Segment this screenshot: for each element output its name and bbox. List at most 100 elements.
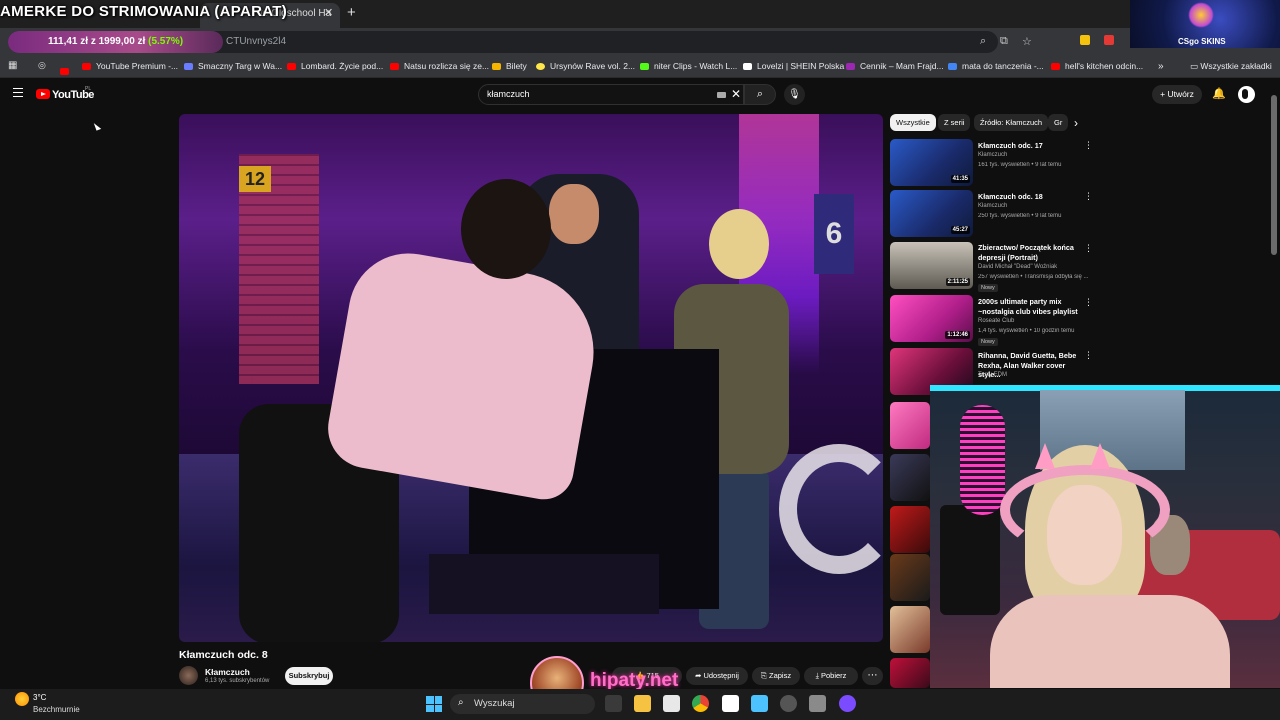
rec-thumbnail[interactable] (890, 454, 930, 501)
subscribe-button[interactable]: Subskrybuj (285, 667, 333, 685)
rec-channel[interactable]: David Michał "Dead" Woźniak (978, 264, 1057, 270)
search-input[interactable]: kłamczuch (478, 84, 744, 105)
search-icon: ⌕ (458, 697, 464, 708)
rec-title[interactable]: Kłamczuch odc. 17 (978, 141, 1088, 151)
zoom-icon[interactable]: ⌕ (980, 35, 986, 48)
bookmark-item[interactable]: Smaczny Targ w Wa... (184, 61, 282, 71)
bookmark-item[interactable]: Bilety (492, 61, 527, 71)
apps-grid-icon[interactable]: ▦ (8, 60, 17, 71)
bookmark-item[interactable]: YouTube Premium -... (82, 61, 178, 71)
video-player[interactable]: 12 6 (179, 114, 883, 642)
rec-title[interactable]: 2000s ultimate party mix ~nostalgia club… (978, 297, 1088, 316)
rec-thumbnail[interactable]: 45:27 (890, 190, 973, 237)
bookmark-star-icon[interactable]: ☆ (1022, 35, 1032, 48)
taskbar-search[interactable]: Wyszukaj (450, 694, 595, 714)
webcam-shape (940, 505, 1000, 615)
microphone-icon (960, 405, 1005, 515)
bookmark-item[interactable]: mata do tanczenia -... (948, 61, 1044, 71)
rec-meta: 257 wyświetleń • Transmisja odbyła się .… (978, 274, 1088, 280)
channel-avatar[interactable] (179, 666, 198, 685)
rec-thumbnail[interactable] (890, 606, 930, 653)
video-duration: 41:35 (950, 175, 970, 183)
menu-icon[interactable] (13, 88, 23, 97)
install-icon[interactable]: ⧉ (1000, 35, 1008, 48)
rec-title[interactable]: Zbieractwo/ Początek końca depresji (Por… (978, 243, 1088, 262)
webcam-overlay (930, 385, 1280, 688)
clear-search-icon[interactable]: ✕ (731, 87, 741, 101)
rec-channel[interactable]: Tasty EDM (978, 372, 1007, 378)
video-frame-shape: 6 (814, 194, 854, 274)
bookmark-item[interactable]: Lovelzi | SHEIN Polska (743, 61, 844, 71)
video-title: Kłamczuch odc. 8 (179, 649, 268, 661)
chip-more[interactable]: Gr (1048, 114, 1068, 131)
bookmark-icon[interactable] (60, 61, 74, 79)
file-explorer-icon[interactable] (634, 695, 651, 712)
bookmark-item[interactable]: niter Clips - Watch L... (640, 61, 737, 71)
donation-goal-overlay: 111,41 zł z 1999,00 zł (5.57%) (8, 31, 223, 53)
rec-thumbnail[interactable]: 1:12:46 (890, 295, 973, 342)
all-bookmarks[interactable]: ▭ Wszystkie zakładki (1190, 61, 1272, 72)
youtube-logo-icon[interactable] (36, 89, 50, 99)
store-icon[interactable] (663, 695, 680, 712)
weather-temp[interactable]: 3°C (33, 693, 46, 702)
chip-all[interactable]: Wszystkie (890, 114, 936, 131)
weather-condition[interactable]: Bezchmurnie (33, 705, 80, 714)
document-icon[interactable] (722, 695, 739, 712)
close-icon[interactable]: ✕ (324, 6, 333, 19)
more-vert-icon[interactable]: ⋮ (1084, 140, 1093, 151)
video-duration: 45:27 (950, 226, 970, 234)
chrome-icon[interactable] (692, 695, 709, 712)
bookmarks-overflow-icon[interactable]: » (1158, 61, 1164, 72)
more-actions-icon[interactable]: ⋯ (862, 667, 883, 685)
rec-channel[interactable]: Kłamczuch (978, 152, 1007, 158)
account-avatar[interactable] (1238, 86, 1255, 103)
voice-search-icon[interactable]: 🎙 (784, 84, 805, 105)
keyboard-icon[interactable] (717, 92, 726, 98)
bookmark-icon[interactable]: ◎ (38, 60, 46, 71)
new-tab-icon[interactable]: + (347, 4, 356, 21)
bookmark-item[interactable]: Natsu rozlicza się ze... (390, 61, 489, 71)
rec-thumbnail[interactable]: 2:11:25 (890, 242, 973, 289)
chip-source[interactable]: Źródło: Kłamczuch (974, 114, 1049, 131)
extension-icon[interactable] (1104, 35, 1114, 45)
windows-start-icon[interactable] (426, 696, 442, 712)
new-badge: Nowy (978, 338, 998, 346)
extension-icon[interactable] (1080, 35, 1090, 45)
url-text: CTUnvnys2l4 (226, 36, 287, 47)
create-button[interactable]: + Utwórz (1152, 85, 1202, 104)
app-icon[interactable] (839, 695, 856, 712)
video-frame-shape (549, 184, 599, 244)
rec-thumbnail[interactable] (890, 554, 930, 601)
notifications-bell-icon[interactable]: 🔔 (1212, 87, 1226, 100)
bookmark-item[interactable]: hell's kitchen odcin... (1051, 61, 1143, 71)
rec-title[interactable]: Kłamczuch odc. 18 (978, 192, 1088, 202)
notepad-icon[interactable] (751, 695, 768, 712)
more-vert-icon[interactable]: ⋮ (1084, 350, 1093, 361)
rec-channel[interactable]: Roseate Club (978, 318, 1014, 324)
search-button[interactable]: ⌕ (744, 84, 776, 105)
bookmark-item[interactable]: Cennik – Mam Frajd... (846, 61, 944, 71)
share-button[interactable]: ➦ Udostępnij (686, 667, 748, 685)
more-vert-icon[interactable]: ⋮ (1084, 243, 1093, 254)
more-vert-icon[interactable]: ⋮ (1084, 191, 1093, 202)
page-scrollbar[interactable] (1271, 95, 1277, 255)
more-vert-icon[interactable]: ⋮ (1084, 297, 1093, 308)
chip-series[interactable]: Z serii (938, 114, 971, 131)
settings-gear-icon[interactable] (809, 695, 826, 712)
rec-thumbnail[interactable]: 41:35 (890, 139, 973, 186)
rec-thumbnail[interactable] (890, 506, 930, 553)
task-view-icon[interactable] (605, 695, 622, 712)
rec-thumbnail[interactable] (890, 402, 930, 449)
bookmark-item[interactable]: Lombard. Życie pod... (287, 61, 383, 71)
app-icon[interactable] (780, 695, 797, 712)
weather-icon[interactable] (15, 692, 29, 706)
rec-meta: 1,4 tys. wyświetleń • 10 godzin temu (978, 328, 1075, 334)
rec-channel[interactable]: Kłamczuch (978, 203, 1007, 209)
download-button[interactable]: ⤓ Pobierz (804, 667, 858, 685)
save-button[interactable]: ⎘ Zapisz (752, 667, 800, 685)
rec-thumbnail[interactable] (890, 658, 930, 688)
chevron-right-icon[interactable]: › (1074, 116, 1078, 130)
channel-name[interactable]: Kłamczuch (205, 667, 250, 677)
video-duration: 1:12:46 (945, 331, 970, 339)
bookmark-item[interactable]: Ursynów Rave vol. 2... (536, 61, 635, 71)
